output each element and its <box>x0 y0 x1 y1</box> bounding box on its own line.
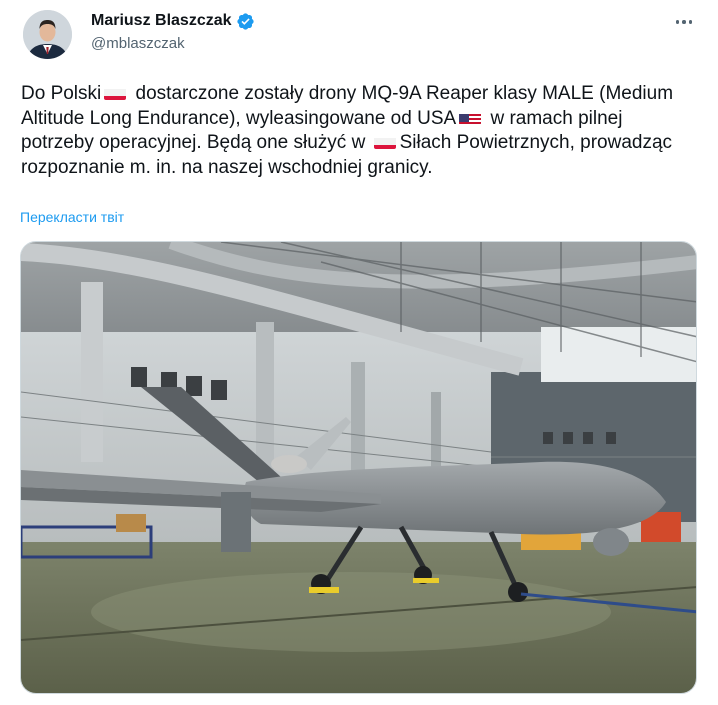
tweet-card: Mariusz Blaszczak @mblaszczak Do Polski … <box>0 0 718 705</box>
more-dots-icon[interactable] <box>672 12 696 32</box>
tweet-photo[interactable] <box>20 241 697 694</box>
author-name[interactable]: Mariusz Blaszczak <box>91 12 232 30</box>
translate-link[interactable]: Перекласти твіт <box>20 209 124 225</box>
usa-flag-emoji <box>459 111 482 125</box>
tweet-text-seg1: Do Polski <box>21 83 102 104</box>
author-handle[interactable]: @mblaszczak <box>91 35 185 52</box>
tweet-text: Do Polski dostarczone zostały drony MQ-9… <box>21 82 686 180</box>
verified-badge-icon <box>236 12 255 31</box>
avatar[interactable] <box>23 10 72 59</box>
poland-flag-emoji <box>104 86 127 100</box>
author-row: Mariusz Blaszczak <box>91 10 255 32</box>
poland-flag-emoji <box>373 135 396 149</box>
